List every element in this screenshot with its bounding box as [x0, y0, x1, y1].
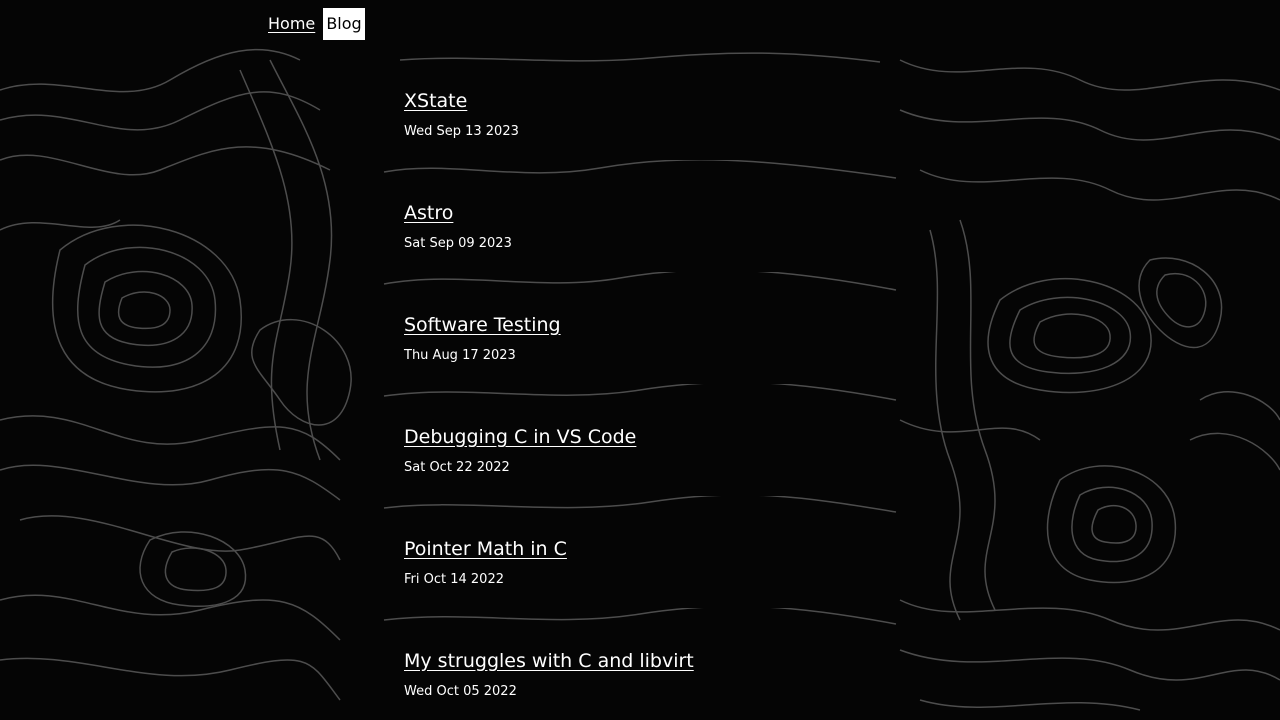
post-date: Fri Oct 14 2022 [404, 572, 504, 587]
post-date: Sat Oct 22 2022 [404, 460, 510, 475]
post-date: Wed Oct 05 2022 [404, 684, 517, 699]
post-card: My struggles with C and libvirt Wed Oct … [384, 632, 896, 720]
post-card: Pointer Math in C Fri Oct 14 2022 [384, 520, 896, 608]
nav-blog-link[interactable]: Blog [323, 8, 365, 40]
post-title-link[interactable]: My struggles with C and libvirt [404, 650, 694, 672]
post-card: Software Testing Thu Aug 17 2023 [384, 296, 896, 384]
blog-page: Home Blog XState Wed Sep 13 2023 Astro S… [0, 0, 1280, 720]
post-title-link[interactable]: Pointer Math in C [404, 538, 567, 560]
post-date: Wed Sep 13 2023 [404, 124, 519, 139]
post-title-link[interactable]: Software Testing [404, 314, 561, 336]
post-title-link[interactable]: XState [404, 90, 467, 112]
post-date: Sat Sep 09 2023 [404, 236, 512, 251]
contour-lines-left [0, 48, 352, 701]
post-title-link[interactable]: Debugging C in VS Code [404, 426, 636, 448]
post-card: XState Wed Sep 13 2023 [384, 72, 896, 160]
top-navbar: Home Blog [0, 0, 1280, 48]
post-title-link[interactable]: Astro [404, 202, 453, 224]
nav-home-link[interactable]: Home [268, 8, 315, 40]
post-card: Debugging C in VS Code Sat Oct 22 2022 [384, 408, 896, 496]
post-list: XState Wed Sep 13 2023 Astro Sat Sep 09 … [384, 72, 896, 720]
contour-lines-right [899, 59, 1280, 711]
post-date: Thu Aug 17 2023 [404, 348, 516, 363]
post-card: Astro Sat Sep 09 2023 [384, 184, 896, 272]
